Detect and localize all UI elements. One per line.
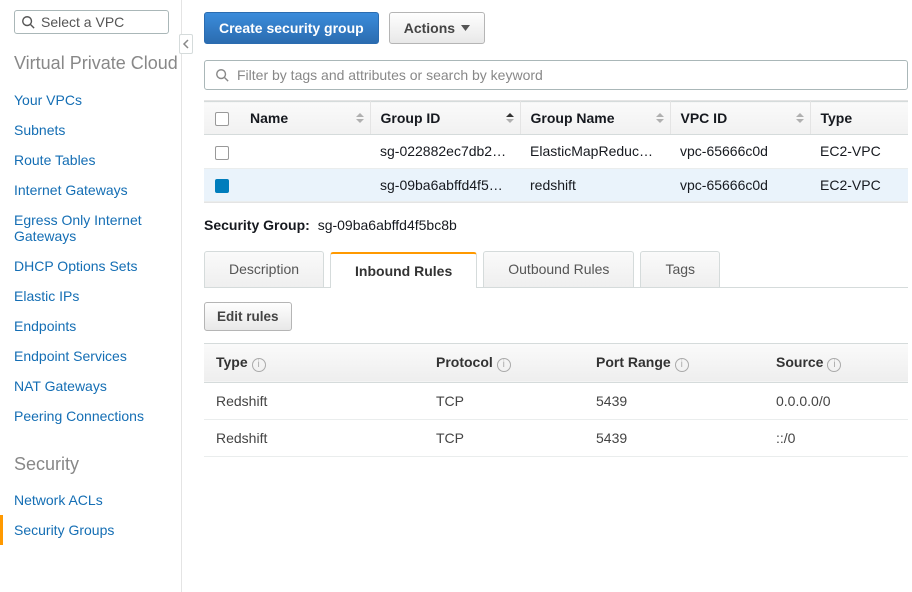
search-icon	[215, 68, 229, 82]
cell-vpc-id: vpc-65666c0d	[670, 168, 810, 201]
security-groups-table: Name Group ID Group Name VPC ID Type sg-…	[204, 101, 908, 202]
cell-name	[240, 135, 370, 168]
sidebar-item[interactable]: Security Groups	[0, 515, 181, 545]
create-security-group-button[interactable]: Create security group	[204, 12, 379, 44]
row-checkbox[interactable]	[215, 146, 229, 160]
sidebar-item[interactable]: Peering Connections	[14, 401, 181, 431]
cell-group-name: redshift	[520, 168, 670, 201]
cell-group-name: ElasticMapReduc…	[520, 135, 670, 168]
header-name[interactable]: Name	[240, 102, 370, 135]
chevron-left-icon	[182, 39, 190, 49]
sidebar-item[interactable]: Route Tables	[14, 145, 181, 175]
rule-port-range: 5439	[584, 419, 764, 456]
tab[interactable]: Description	[204, 251, 324, 287]
sidebar-item[interactable]: Internet Gateways	[14, 175, 181, 205]
header-group-name[interactable]: Group Name	[520, 102, 670, 135]
edit-rules-button[interactable]: Edit rules	[204, 302, 292, 331]
search-icon	[21, 15, 35, 29]
cell-group-id: sg-022882ec7db2…	[370, 135, 520, 168]
sidebar-item[interactable]: Egress Only Internet Gateways	[14, 205, 181, 251]
security-group-detail-label: Security Group: sg-09ba6abffd4f5bc8b	[204, 217, 908, 233]
rule-port-range: 5439	[584, 382, 764, 419]
sort-icon	[796, 113, 804, 123]
row-checkbox[interactable]	[215, 179, 229, 193]
rule-source: ::/0	[764, 419, 908, 456]
sidebar-heading-security: Security	[14, 453, 181, 476]
actions-button[interactable]: Actions	[389, 12, 485, 44]
collapse-sidebar-handle[interactable]	[179, 34, 193, 54]
sidebar-item[interactable]: Endpoint Services	[14, 341, 181, 371]
rule-row: RedshiftTCP5439::/0	[204, 419, 908, 456]
sidebar: Select a VPC Virtual Private Cloud Your …	[0, 0, 182, 592]
tab[interactable]: Inbound Rules	[330, 252, 477, 288]
info-icon[interactable]: i	[252, 358, 266, 372]
rule-type: Redshift	[204, 419, 424, 456]
sort-asc-icon	[506, 113, 514, 123]
sidebar-item[interactable]: Subnets	[14, 115, 181, 145]
sidebar-item[interactable]: Elastic IPs	[14, 281, 181, 311]
inbound-rules-table: Typei Protocoli Port Rangei Sourcei Reds…	[204, 343, 908, 457]
rules-header-source: Sourcei	[764, 343, 908, 382]
sidebar-item[interactable]: Network ACLs	[14, 485, 181, 515]
sidebar-heading-vpc: Virtual Private Cloud	[14, 52, 181, 75]
rules-header-port-range: Port Rangei	[584, 343, 764, 382]
info-icon[interactable]: i	[497, 358, 511, 372]
vpc-selector[interactable]: Select a VPC	[14, 10, 169, 34]
cell-vpc-id: vpc-65666c0d	[670, 135, 810, 168]
rule-protocol: TCP	[424, 419, 584, 456]
cell-type: EC2-VPC	[810, 168, 908, 201]
info-icon[interactable]: i	[675, 358, 689, 372]
rule-type: Redshift	[204, 382, 424, 419]
table-row[interactable]: sg-09ba6abffd4f5…redshiftvpc-65666c0dEC2…	[204, 168, 908, 201]
sort-icon	[656, 113, 664, 123]
rules-header-protocol: Protocoli	[424, 343, 584, 382]
sidebar-item[interactable]: Endpoints	[14, 311, 181, 341]
rule-protocol: TCP	[424, 382, 584, 419]
sidebar-item[interactable]: DHCP Options Sets	[14, 251, 181, 281]
header-group-id[interactable]: Group ID	[370, 102, 520, 135]
main-pane: Create security group Actions	[182, 0, 912, 592]
rules-header-type: Typei	[204, 343, 424, 382]
cell-type: EC2-VPC	[810, 135, 908, 168]
tab[interactable]: Outbound Rules	[483, 251, 634, 287]
vpc-selector-placeholder: Select a VPC	[41, 14, 124, 30]
rule-source: 0.0.0.0/0	[764, 382, 908, 419]
table-row[interactable]: sg-022882ec7db2…ElasticMapReduc…vpc-6566…	[204, 135, 908, 168]
actions-button-label: Actions	[404, 20, 455, 36]
chevron-down-icon	[461, 25, 470, 31]
search-input[interactable]	[237, 67, 897, 83]
header-vpc-id[interactable]: VPC ID	[670, 102, 810, 135]
sidebar-item[interactable]: Your VPCs	[14, 85, 181, 115]
tab[interactable]: Tags	[640, 251, 720, 287]
rule-row: RedshiftTCP54390.0.0.0/0	[204, 382, 908, 419]
cell-name	[240, 168, 370, 201]
header-type[interactable]: Type	[810, 102, 908, 135]
sidebar-item[interactable]: NAT Gateways	[14, 371, 181, 401]
info-icon[interactable]: i	[827, 358, 841, 372]
sort-icon	[356, 113, 364, 123]
select-all-checkbox[interactable]	[215, 112, 229, 126]
header-checkbox-cell[interactable]	[204, 102, 240, 135]
cell-group-id: sg-09ba6abffd4f5…	[370, 168, 520, 201]
search-bar[interactable]	[204, 60, 908, 90]
